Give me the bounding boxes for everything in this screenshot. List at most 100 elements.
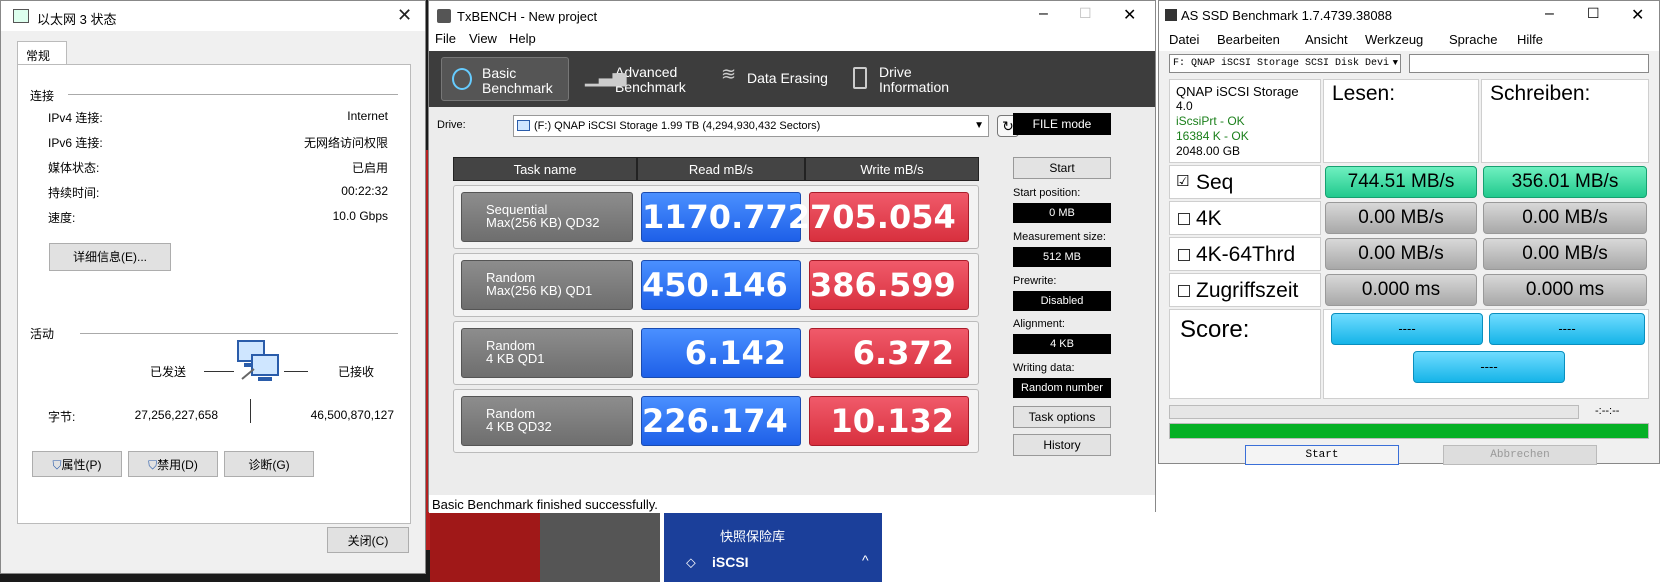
menu-datei[interactable]: Datei	[1169, 32, 1199, 47]
menu-ansicht[interactable]: Ansicht	[1305, 32, 1348, 47]
score-write: ----	[1489, 313, 1645, 345]
drive-information-tab[interactable]: Drive Information	[843, 57, 969, 101]
seq-checkbox[interactable]: ☑	[1176, 172, 1189, 190]
close-icon[interactable]: ✕	[1123, 5, 1136, 25]
prewrite-value[interactable]: Disabled	[1013, 291, 1111, 311]
alignment-label: Alignment:	[1013, 318, 1065, 330]
col-task-name: Task name	[453, 157, 637, 181]
iscsi-nav-item[interactable]: iSCSI	[712, 554, 749, 570]
file-mode-button[interactable]: FILE mode	[1013, 113, 1111, 135]
advanced-benchmark-line2: Benchmark	[615, 79, 686, 95]
close-button[interactable]: 关闭(C)	[327, 527, 409, 553]
bytes-label: 字节:	[48, 410, 76, 424]
title-bar[interactable]: AS SSD Benchmark 1.7.4739.38088 – ☐ ✕	[1159, 1, 1659, 29]
duration-value: 00:22:32	[341, 184, 388, 198]
advanced-benchmark-tab[interactable]: ▁▃▅ Advanced Benchmark	[577, 57, 703, 101]
task-button-sequential-qd32[interactable]: Sequential Max(256 KB) QD32	[461, 192, 633, 242]
minimize-icon[interactable]: –	[1545, 5, 1554, 23]
drive-name: QNAP iSCSI Storage	[1176, 84, 1299, 99]
menu-sprache[interactable]: Sprache	[1449, 32, 1497, 47]
menu-bar: Datei Bearbeiten Ansicht Werkzeug Sprach…	[1159, 29, 1659, 51]
test-row-seq: ☑ Seq	[1169, 165, 1321, 199]
menu-view[interactable]: View	[469, 31, 497, 46]
writing-data-label: Writing data:	[1013, 362, 1075, 374]
network-computers-icon	[232, 339, 282, 385]
received-label: 已接收	[338, 365, 375, 379]
menu-file[interactable]: File	[435, 31, 456, 46]
chevron-down-icon: ▼	[974, 120, 984, 131]
media-state-label: 媒体状态:	[48, 161, 100, 175]
menu-werkzeug[interactable]: Werkzeug	[1365, 32, 1423, 47]
4k-read-result: 0.00 MB/s	[1325, 202, 1477, 234]
title-bar[interactable]: TxBENCH - New project – ☐ ✕	[429, 1, 1155, 31]
desktop-wallpaper-grey	[540, 510, 660, 582]
close-icon[interactable]: ✕	[1631, 5, 1644, 25]
toolbar: Basic Benchmark ▁▃▅ Advanced Benchmark ≋…	[429, 51, 1155, 107]
read-result: 1170.772	[641, 192, 810, 242]
start-button[interactable]: Start	[1245, 445, 1399, 465]
4k-checkbox[interactable]	[1178, 213, 1190, 225]
task-options-button[interactable]: Task options	[1013, 406, 1111, 428]
access-time-checkbox[interactable]	[1178, 285, 1190, 297]
history-button[interactable]: History	[1013, 434, 1111, 456]
test-progress-bar	[1169, 405, 1579, 419]
path-field[interactable]	[1409, 54, 1649, 73]
maximize-icon[interactable]: ☐	[1587, 5, 1600, 22]
menu-bar: File View Help	[429, 29, 1155, 51]
task-button-random-4k-qd1[interactable]: Random 4 KB QD1	[461, 328, 633, 378]
stopwatch-icon	[452, 68, 472, 90]
data-erasing-tab[interactable]: ≋ Data Erasing	[711, 57, 837, 101]
drive-capacity: 2048.00 GB	[1176, 144, 1241, 158]
menu-hilfe[interactable]: Hilfe	[1517, 32, 1543, 47]
drive-firmware: 4.0	[1176, 99, 1193, 113]
asssd-window: AS SSD Benchmark 1.7.4739.38088 – ☐ ✕ Da…	[1158, 0, 1660, 465]
chevron-up-icon[interactable]: ^	[862, 552, 869, 568]
drive-select[interactable]: (F:) QNAP iSCSI Storage 1.99 TB (4,294,9…	[513, 115, 989, 137]
menu-bearbeiten[interactable]: Bearbeiten	[1217, 32, 1280, 47]
close-icon[interactable]: ✕	[397, 5, 412, 26]
title-bar[interactable]: 以太网 3 状态 ✕	[1, 1, 425, 31]
tab-general[interactable]: 常规	[17, 41, 67, 65]
advanced-benchmark-line1: Advanced	[615, 64, 678, 80]
cancel-button[interactable]: Abbrechen	[1443, 445, 1597, 465]
properties-button[interactable]: ⛉属性(P)	[32, 451, 122, 477]
diagnose-button[interactable]: 诊断(G)	[224, 451, 314, 477]
access-time-write-result: 0.000 ms	[1483, 274, 1647, 306]
drive-select[interactable]: F: QNAP iSCSI Storage SCSI Disk Devi ▼	[1169, 54, 1401, 73]
read-result: 450.146	[641, 260, 801, 310]
sent-line	[204, 371, 234, 372]
total-progress-fill	[1170, 424, 1648, 438]
minimize-icon[interactable]: –	[1039, 5, 1048, 23]
start-button[interactable]: Start	[1013, 157, 1111, 179]
shield-icon: ⛉	[148, 458, 158, 472]
duration-label: 持续时间:	[48, 186, 100, 200]
drive-information-line2: Information	[879, 79, 950, 95]
drive-label: Drive:	[437, 119, 466, 131]
write-result: 6.372	[809, 328, 969, 378]
measurement-size-label: Measurement size:	[1013, 231, 1106, 243]
disk-icon	[517, 120, 530, 131]
basic-benchmark-tab[interactable]: Basic Benchmark	[441, 57, 569, 101]
window-title: TxBENCH - New project	[457, 9, 598, 24]
4k64-checkbox[interactable]	[1178, 249, 1190, 261]
task-button-random-qd1[interactable]: Random Max(256 KB) QD1	[461, 260, 633, 310]
test-row-4k: 4K	[1169, 201, 1321, 235]
start-position-value[interactable]: 0 MB	[1013, 203, 1111, 223]
write-result: 705.054	[809, 192, 969, 242]
task-button-random-4k-qd32[interactable]: Random 4 KB QD32	[461, 396, 633, 446]
background-nav-panel: 快照保险库 ⬦ iSCSI ^	[664, 512, 882, 582]
write-header: Schreiben:	[1490, 82, 1591, 105]
task-line2: 4 KB QD32	[486, 419, 552, 434]
details-button[interactable]: 详细信息(E)...	[49, 243, 171, 271]
4k-label: 4K	[1196, 207, 1222, 230]
task-line2: Max(256 KB) QD1	[486, 283, 593, 298]
disable-button[interactable]: ⛉禁用(D)	[128, 451, 218, 477]
alignment-value[interactable]: 4 KB	[1013, 334, 1111, 354]
drive-info-panel: QNAP iSCSI Storage 4.0 iScsiPrt - OK 163…	[1169, 79, 1321, 163]
snapshot-vault-label[interactable]: 快照保险库	[720, 526, 785, 545]
ipv4-value: Internet	[347, 109, 388, 123]
measurement-size-value[interactable]: 512 MB	[1013, 247, 1111, 267]
maximize-icon[interactable]: ☐	[1079, 5, 1092, 22]
menu-help[interactable]: Help	[509, 31, 536, 46]
writing-data-value[interactable]: Random number	[1013, 378, 1111, 398]
